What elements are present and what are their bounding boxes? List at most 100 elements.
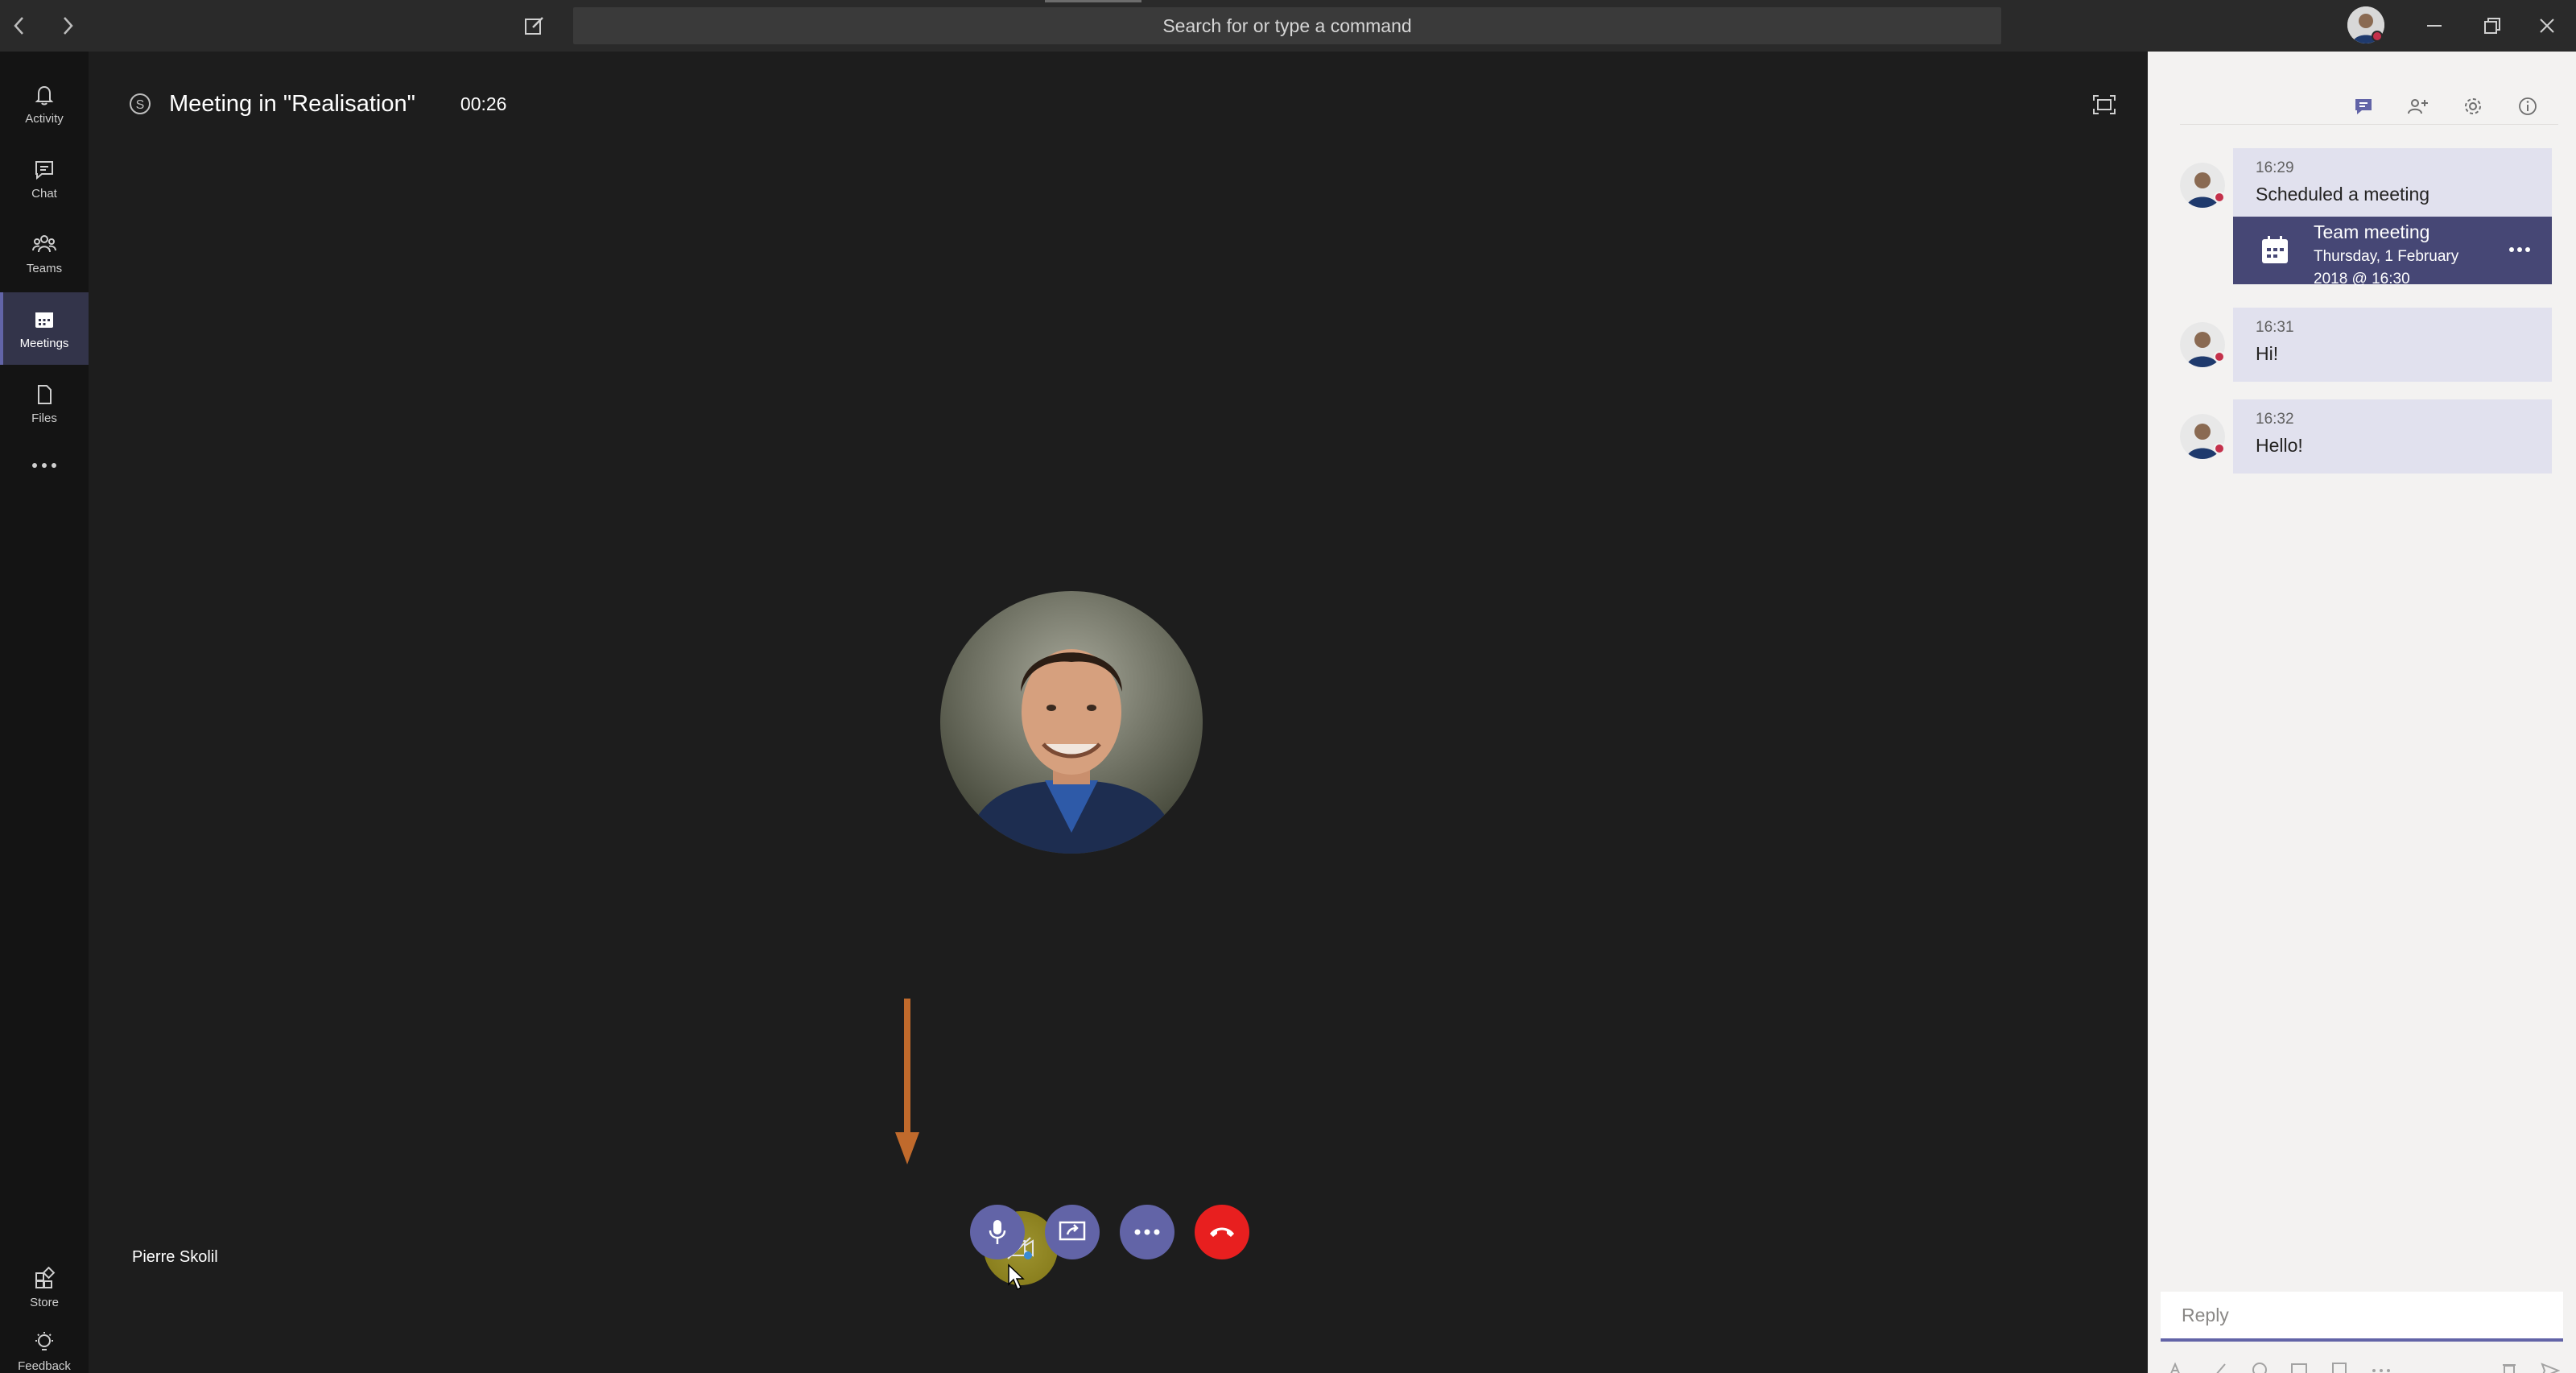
chat-bubble-icon	[2355, 99, 2372, 114]
hang-up-icon	[1210, 1227, 1234, 1237]
card-title: Team meeting	[2314, 221, 2430, 242]
chat-message[interactable]: 16:32 Hello!	[2233, 399, 2552, 474]
svg-text:S: S	[136, 98, 145, 112]
rail-more-button[interactable]	[0, 441, 89, 490]
presence-busy-icon	[2214, 351, 2225, 362]
restore-icon	[2484, 18, 2500, 34]
presence-busy-icon	[2214, 443, 2225, 454]
conversation-tab[interactable]	[2347, 90, 2380, 122]
presence-busy-icon	[2214, 192, 2225, 203]
rail-item-chat[interactable]: Chat	[0, 143, 89, 215]
rail-label: Activity	[25, 111, 64, 126]
chat-message[interactable]: 16:29 Scheduled a meeting	[2233, 148, 2552, 217]
rail-item-files[interactable]: Files	[0, 367, 89, 440]
chat-message[interactable]: 16:31 Hi!	[2233, 308, 2552, 382]
card-more-button[interactable]	[2504, 238, 2536, 262]
more-actions-button[interactable]	[1120, 1205, 1174, 1259]
skype-icon: S	[130, 93, 151, 114]
rail-label: Chat	[31, 186, 57, 201]
reply-input[interactable]: Reply	[2161, 1292, 2563, 1342]
more-horizontal-icon[interactable]	[2371, 1361, 2392, 1373]
info-icon	[2519, 97, 2537, 115]
rail-item-store[interactable]: Store	[0, 1251, 89, 1324]
compose-toolbar	[2169, 1359, 2560, 1373]
meeting-title: Meeting in "Realisation"	[169, 90, 415, 117]
forward-button[interactable]	[48, 6, 87, 45]
microphone-button[interactable]	[970, 1205, 1025, 1259]
more-horizontal-icon	[1134, 1229, 1160, 1235]
format-icon[interactable]	[2169, 1361, 2188, 1373]
attach-icon[interactable]	[2211, 1361, 2228, 1373]
microphone-icon	[989, 1220, 1006, 1244]
presence-busy-icon	[2372, 31, 2383, 42]
message-time: 16:32	[2256, 411, 2294, 428]
teams-window: Search for or type a command Activity Ch…	[0, 0, 2576, 1373]
delete-icon[interactable]	[2500, 1361, 2518, 1373]
participant-name: Pierre Skolil	[132, 1248, 218, 1266]
meeting-invite-card[interactable]: Team meeting Thursday, 1 February 2018 @…	[2233, 217, 2552, 287]
minimize-icon	[2427, 25, 2442, 27]
more-horizontal-icon	[32, 463, 56, 468]
message-text: Hi!	[2256, 343, 2279, 364]
add-people-icon	[2408, 99, 2428, 114]
emoji-icon[interactable]	[2251, 1361, 2268, 1373]
card-date: Thursday, 1 February 2018 @ 16:30	[2314, 248, 2459, 287]
sticker-icon[interactable]	[2330, 1361, 2348, 1373]
message-text: Scheduled a meeting	[2256, 184, 2430, 205]
rail-item-meetings[interactable]: Meetings	[0, 292, 89, 365]
rail-item-teams[interactable]: Teams	[0, 217, 89, 290]
reply-placeholder: Reply	[2182, 1304, 2229, 1325]
meeting-header: S Meeting in "Realisation" 00:26	[129, 84, 506, 124]
fullscreen-button[interactable]	[2085, 90, 2124, 119]
message-text: Hello!	[2256, 435, 2303, 456]
teams-icon	[32, 234, 56, 252]
more-horizontal-icon	[2509, 247, 2530, 252]
fullscreen-icon	[2093, 95, 2116, 114]
hang-up-button[interactable]	[1195, 1205, 1249, 1259]
share-screen-button[interactable]	[1045, 1205, 1100, 1259]
search-placeholder: Search for or type a command	[1162, 14, 1412, 36]
chat-icon	[35, 160, 53, 180]
meeting-stage: S Meeting in "Realisation" 00:26 Pierre …	[89, 52, 2148, 1373]
device-settings-tab[interactable]	[2457, 90, 2489, 122]
rail-label: Meetings	[19, 336, 69, 350]
send-icon[interactable]	[2541, 1361, 2560, 1373]
chevron-right-icon	[64, 17, 73, 35]
search-command-input[interactable]: Search for or type a command	[573, 7, 2001, 44]
pointer-arrow-icon	[895, 999, 919, 1164]
message-time: 16:31	[2256, 319, 2294, 336]
back-button[interactable]	[0, 6, 39, 45]
title-bar: Search for or type a command	[0, 0, 2576, 52]
rail-label: Teams	[26, 261, 63, 275]
rail-label: Store	[30, 1295, 59, 1309]
participant-photo-icon	[940, 591, 1203, 854]
share-screen-icon	[1059, 1221, 1086, 1241]
chevron-left-icon	[14, 17, 23, 35]
meeting-chat-panel: 16:29 Scheduled a meeting Team meeting T…	[2148, 52, 2576, 1373]
gear-icon	[2465, 98, 2481, 114]
meeting-info-tab[interactable]	[2512, 90, 2544, 122]
app-bar: Activity Chat Teams Meetings Files Store…	[0, 52, 89, 1373]
new-chat-button[interactable]	[515, 6, 554, 45]
participant-avatar	[940, 591, 1203, 854]
restore-button[interactable]	[2473, 6, 2512, 45]
gif-icon[interactable]	[2290, 1361, 2308, 1373]
rail-label: Feedback	[18, 1359, 71, 1373]
bulb-icon	[35, 1331, 53, 1350]
rail-item-activity[interactable]: Activity	[0, 68, 89, 140]
message-time: 16:29	[2256, 159, 2294, 176]
store-icon	[35, 1266, 56, 1288]
compose-icon	[525, 17, 543, 35]
participants-tab[interactable]	[2402, 90, 2434, 122]
close-button[interactable]	[2528, 6, 2566, 45]
file-icon	[38, 384, 52, 404]
mouse-cursor-icon	[1008, 1263, 1025, 1291]
rail-item-feedback[interactable]: Feedback	[0, 1319, 89, 1373]
drag-indicator	[1045, 0, 1141, 2]
calendar-icon	[35, 312, 53, 328]
bell-icon	[35, 85, 54, 105]
minimize-button[interactable]	[2415, 6, 2454, 45]
rail-label: Files	[31, 411, 57, 425]
close-icon	[2540, 19, 2554, 33]
divider	[2180, 124, 2558, 125]
